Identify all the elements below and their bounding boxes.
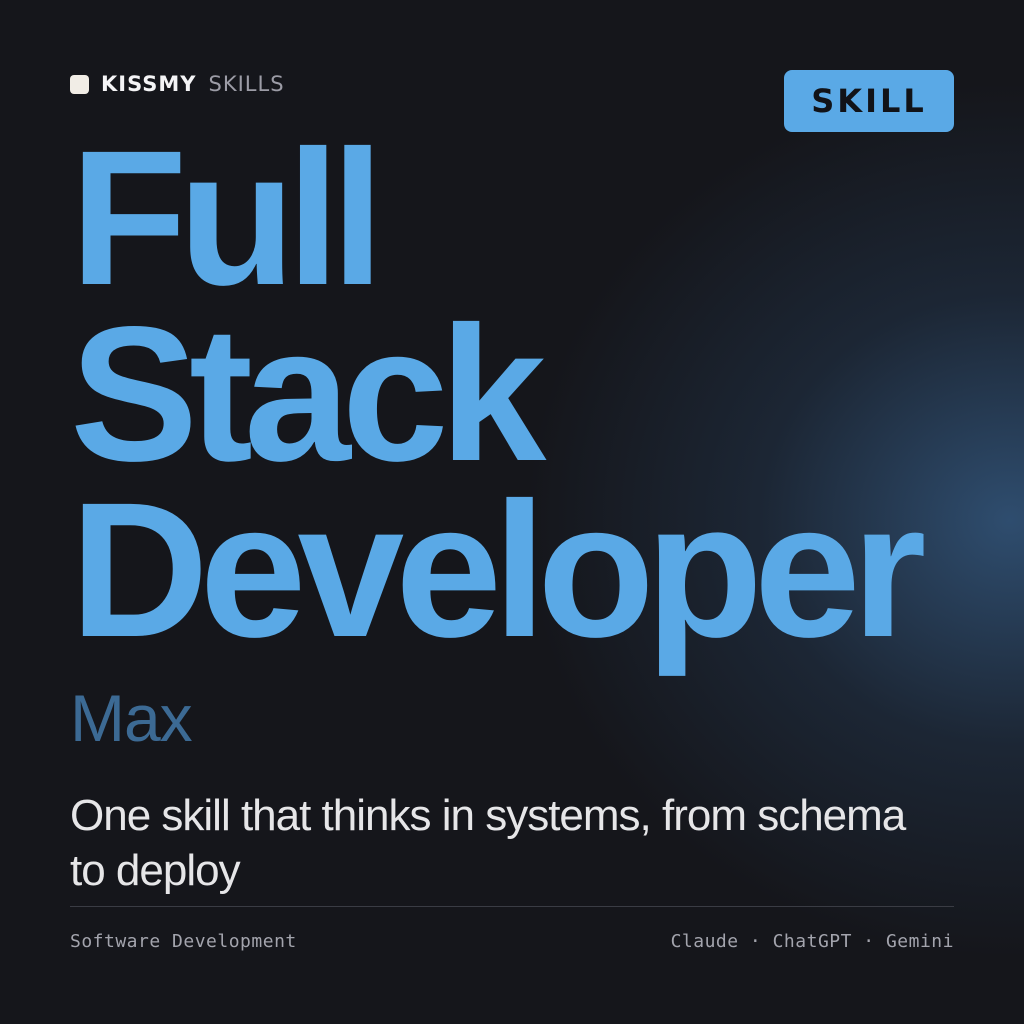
title-line-1: Full <box>70 110 384 325</box>
footer-divider <box>70 906 954 907</box>
author-name: Max <box>70 681 193 755</box>
platforms-label: Claude · ChatGPT · Gemini <box>670 931 954 952</box>
skill-badge: SKILL <box>784 70 954 132</box>
tagline: One skill that thinks in systems, from s… <box>70 791 906 895</box>
title-line-3: Developer <box>70 462 926 677</box>
category-label: Software Development <box>70 931 297 952</box>
brand-square-icon <box>70 74 89 94</box>
title-line-2: Stack <box>70 286 546 501</box>
brand-name-strong: KISSMY <box>101 72 197 96</box>
brand-name-light: SKILLS <box>208 72 285 96</box>
skill-title: Full Stack Developer <box>70 110 926 677</box>
brand-logo: KISSMY SKILLS <box>70 70 285 98</box>
skill-card: KISSMY SKILLS SKILL Full Stack Developer… <box>0 0 1024 1024</box>
